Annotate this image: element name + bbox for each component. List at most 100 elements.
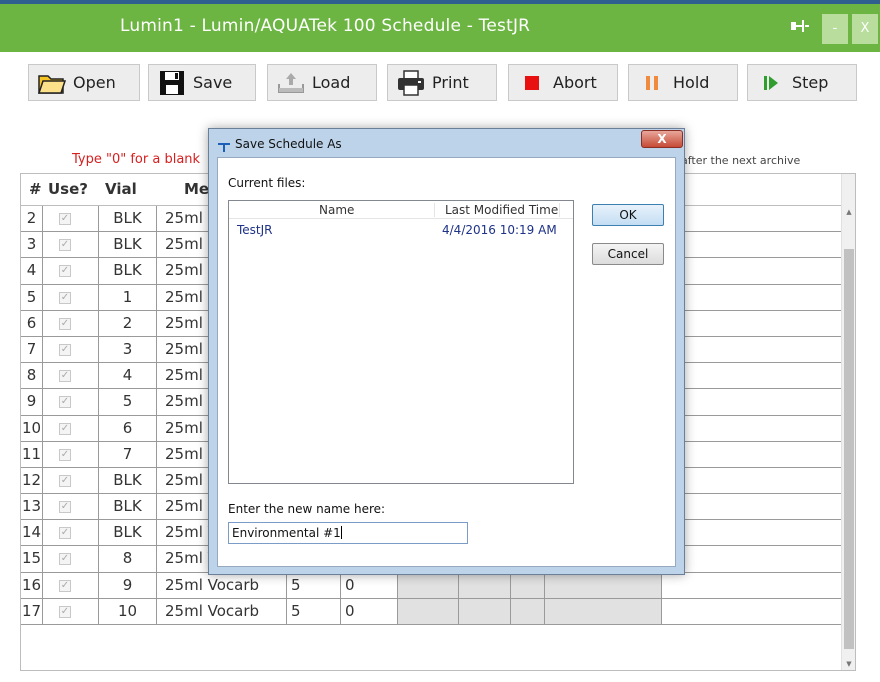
use-cell[interactable]: ✓	[43, 598, 99, 624]
vial-cell[interactable]: 8	[99, 546, 157, 572]
vial-cell[interactable]: BLK	[99, 494, 157, 520]
step-button[interactable]: Step	[747, 64, 857, 101]
file-item-modified: 4/4/2016 10:19 AM	[442, 223, 557, 237]
grid-scrollbar[interactable]: ▲ ▼	[841, 174, 855, 670]
method-cell[interactable]: 25ml Vocarb	[157, 598, 287, 624]
use-checkbox[interactable]: ✓	[59, 317, 71, 330]
scroll-up-icon[interactable]: ▲	[842, 208, 856, 216]
vial-cell[interactable]: BLK	[99, 232, 157, 258]
readonly-cell	[511, 598, 545, 624]
use-checkbox[interactable]: ✓	[59, 239, 71, 252]
pause-icon	[637, 69, 667, 97]
close-button[interactable]: X	[852, 14, 878, 44]
vial-cell[interactable]: 10	[99, 598, 157, 624]
vial-cell[interactable]: 9	[99, 572, 157, 598]
vial-cell[interactable]: 3	[99, 336, 157, 363]
dilution-cell[interactable]: 0	[341, 598, 398, 624]
vial-cell[interactable]: 2	[99, 310, 157, 336]
title-bar: Lumin1 - Lumin/AQUATek 100 Schedule - Te…	[0, 0, 880, 52]
row-number: 8	[21, 363, 43, 389]
row-number: 10	[21, 415, 43, 441]
abort-button[interactable]: Abort	[508, 64, 618, 101]
readonly-cell	[511, 572, 545, 598]
file-list[interactable]: Name Last Modified Time TestJR 4/4/2016 …	[228, 200, 574, 484]
vial-cell[interactable]: 7	[99, 441, 157, 467]
load-button[interactable]: Load	[267, 64, 377, 101]
print-label: Print	[432, 73, 469, 92]
use-checkbox[interactable]: ✓	[59, 213, 71, 225]
use-cell[interactable]: ✓	[43, 494, 99, 520]
table-row[interactable]: 17 ✓ 10 25ml Vocarb 5 0	[21, 598, 843, 625]
use-checkbox[interactable]: ✓	[59, 422, 71, 435]
row-number: 15	[21, 546, 43, 572]
readonly-cell	[398, 572, 459, 598]
use-cell[interactable]: ✓	[43, 258, 99, 284]
save-button[interactable]: Save	[148, 64, 256, 101]
use-cell[interactable]: ✓	[43, 520, 99, 546]
use-checkbox[interactable]: ✓	[59, 501, 71, 514]
use-cell[interactable]: ✓	[43, 572, 99, 598]
use-checkbox[interactable]: ✓	[59, 291, 71, 304]
vial-cell[interactable]: BLK	[99, 258, 157, 284]
use-cell[interactable]: ✓	[43, 336, 99, 363]
vial-cell[interactable]: 4	[99, 363, 157, 389]
vial-cell[interactable]: 6	[99, 415, 157, 441]
pin-icon[interactable]	[790, 17, 810, 35]
vial-cell[interactable]: 5	[99, 389, 157, 415]
ok-button[interactable]: OK	[592, 204, 664, 226]
table-row[interactable]: 16 ✓ 9 25ml Vocarb 5 0	[21, 572, 843, 599]
minimize-button[interactable]: -	[822, 14, 848, 44]
readonly-cell	[398, 598, 459, 624]
use-checkbox[interactable]: ✓	[59, 527, 71, 540]
row-number: 11	[21, 441, 43, 467]
folder-icon	[37, 69, 67, 97]
column-name[interactable]: Name	[319, 203, 354, 217]
vial-cell[interactable]: 1	[99, 284, 157, 310]
column-last-modified[interactable]: Last Modified Time	[445, 203, 558, 217]
rep-cell[interactable]: 5	[287, 598, 341, 624]
dialog-close-button[interactable]: X	[641, 130, 683, 148]
method-cell[interactable]: 25ml Vocarb	[157, 572, 287, 598]
use-cell[interactable]: ✓	[43, 363, 99, 389]
use-checkbox[interactable]: ✓	[59, 553, 71, 566]
use-cell[interactable]: ✓	[43, 441, 99, 467]
rep-cell[interactable]: 5	[287, 572, 341, 598]
cancel-button[interactable]: Cancel	[592, 243, 664, 265]
header-use: Use?	[48, 180, 88, 198]
use-checkbox[interactable]: ✓	[59, 265, 71, 278]
blank-vial-hint: Type "0" for a blank	[72, 152, 201, 167]
use-cell[interactable]: ✓	[43, 284, 99, 310]
hold-button[interactable]: Hold	[628, 64, 738, 101]
scroll-down-icon[interactable]: ▼	[842, 660, 856, 668]
use-checkbox[interactable]: ✓	[59, 396, 71, 409]
use-cell[interactable]: ✓	[43, 232, 99, 258]
printer-icon	[396, 69, 426, 97]
header-number: #	[29, 180, 42, 198]
use-cell[interactable]: ✓	[43, 546, 99, 572]
print-button[interactable]: Print	[387, 64, 497, 101]
archive-hint: after the next archive	[681, 154, 801, 167]
vial-cell[interactable]: BLK	[99, 467, 157, 494]
readonly-cell	[545, 598, 662, 624]
use-checkbox[interactable]: ✓	[59, 343, 71, 356]
use-cell[interactable]: ✓	[43, 206, 99, 232]
file-item-name[interactable]: TestJR	[237, 223, 273, 237]
use-cell[interactable]: ✓	[43, 467, 99, 494]
row-number: 16	[21, 572, 43, 598]
open-button[interactable]: Open	[28, 64, 140, 101]
new-name-input[interactable]: Environmental #1	[228, 522, 468, 544]
use-checkbox[interactable]: ✓	[59, 579, 71, 592]
use-cell[interactable]: ✓	[43, 415, 99, 441]
row-number: 6	[21, 310, 43, 336]
use-cell[interactable]: ✓	[43, 310, 99, 336]
vial-cell[interactable]: BLK	[99, 520, 157, 546]
dilution-cell[interactable]: 0	[341, 572, 398, 598]
load-label: Load	[312, 73, 351, 92]
use-checkbox[interactable]: ✓	[59, 370, 71, 383]
scroll-thumb[interactable]	[844, 249, 854, 649]
use-cell[interactable]: ✓	[43, 389, 99, 415]
vial-cell[interactable]: BLK	[99, 206, 157, 232]
use-checkbox[interactable]: ✓	[59, 474, 71, 487]
use-checkbox[interactable]: ✓	[59, 448, 71, 461]
use-checkbox[interactable]: ✓	[59, 605, 71, 618]
